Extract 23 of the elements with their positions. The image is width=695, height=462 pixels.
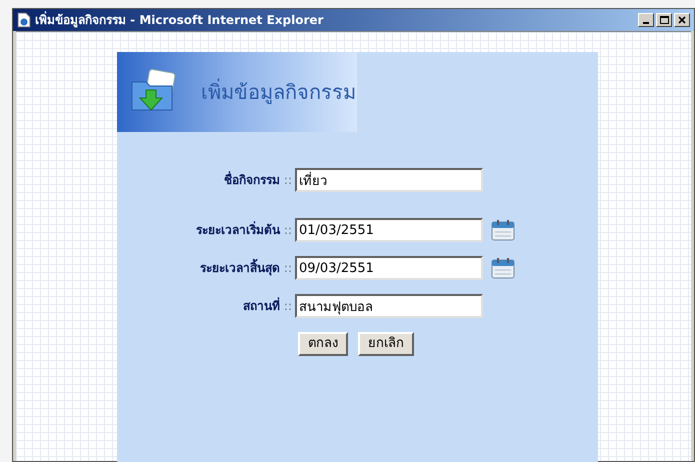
form-button[interactable]: ยกเลิก [358, 332, 414, 356]
calendar-icon[interactable] [491, 219, 515, 241]
minimize-button[interactable] [638, 13, 654, 27]
field-label: ระยะเวลาสิ้นสุด [200, 259, 280, 277]
input-field[interactable]: เที่ยว [295, 168, 483, 192]
close-icon [678, 16, 686, 24]
label-separator: :: [284, 298, 292, 315]
calendar-icon[interactable] [491, 257, 515, 279]
page-icon [17, 12, 31, 28]
field-label: ระยะเวลาเริ่มต้น [196, 221, 280, 239]
close-button[interactable] [674, 13, 690, 27]
label-separator: :: [284, 222, 292, 239]
input-field[interactable]: สนามฟุตบอล [295, 294, 483, 318]
input-field[interactable]: 09/03/2551 [295, 256, 483, 280]
header-title: เพิ่มข้อมูลกิจกรรม [201, 78, 356, 106]
field-label: ชื่อกิจกรรม [224, 171, 280, 189]
window-title: เพิ่มข้อมูลกิจกรรม - Microsoft Internet Explorer [35, 11, 324, 29]
form-button[interactable]: ตกลง [298, 332, 348, 356]
label-separator: :: [284, 172, 292, 189]
field-label: สถานที่ [242, 297, 280, 315]
label-separator: :: [284, 260, 292, 277]
input-field[interactable]: 01/03/2551 [295, 218, 483, 242]
maximize-button[interactable] [656, 13, 672, 27]
